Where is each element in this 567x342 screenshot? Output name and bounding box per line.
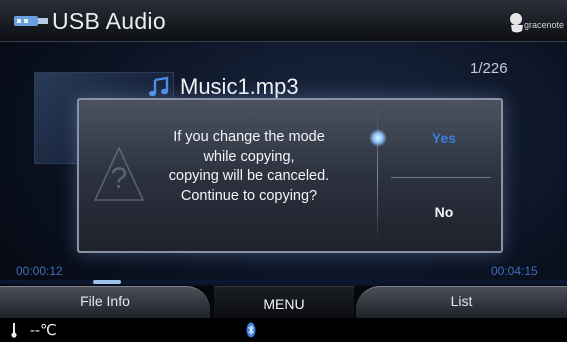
dialog-message-line: If you change the mode xyxy=(173,129,325,145)
progress-fill xyxy=(93,280,121,284)
gracenote-logo-label: gracenote xyxy=(524,20,565,30)
progress-bar[interactable] xyxy=(0,280,567,284)
bluetooth-icon xyxy=(246,322,256,338)
list-tab[interactable]: List xyxy=(356,286,567,318)
file-info-tab[interactable]: File Info xyxy=(0,286,210,318)
no-button[interactable]: No xyxy=(399,204,489,220)
thermometer-icon xyxy=(11,323,17,338)
total-time: 00:04:15 xyxy=(491,264,538,278)
usb-audio-screen: USB Audio gracenote 1/226 Music1.mp3 ? I… xyxy=(0,0,567,342)
temperature-readout: --℃ xyxy=(30,322,57,339)
selection-indicator xyxy=(369,129,387,147)
tab-bar: File Info MENU List xyxy=(0,286,567,318)
yes-button[interactable]: Yes xyxy=(399,130,489,146)
elapsed-time: 00:00:12 xyxy=(16,264,63,278)
track-count: 1/226 xyxy=(470,60,508,77)
menu-tab[interactable]: MENU xyxy=(214,286,354,318)
title-bar: USB Audio gracenote xyxy=(0,0,567,42)
gracenote-logo-icon xyxy=(510,13,523,33)
track-title: Music1.mp3 xyxy=(180,74,299,99)
app-title: USB Audio xyxy=(52,8,166,34)
confirm-dialog: ? If you change the mode while copying, … xyxy=(77,98,503,253)
status-bar: --℃ xyxy=(0,318,567,342)
dialog-message-line: Continue to copying? xyxy=(180,187,318,204)
dialog-message: If you change the mode while copying, co… xyxy=(103,128,395,206)
usb-icon xyxy=(14,16,48,26)
music-note-icon xyxy=(149,76,169,97)
dialog-message-line: copying will be canceled. xyxy=(168,168,330,184)
dialog-message-line: while copying, xyxy=(203,148,295,165)
option-divider xyxy=(391,177,491,178)
